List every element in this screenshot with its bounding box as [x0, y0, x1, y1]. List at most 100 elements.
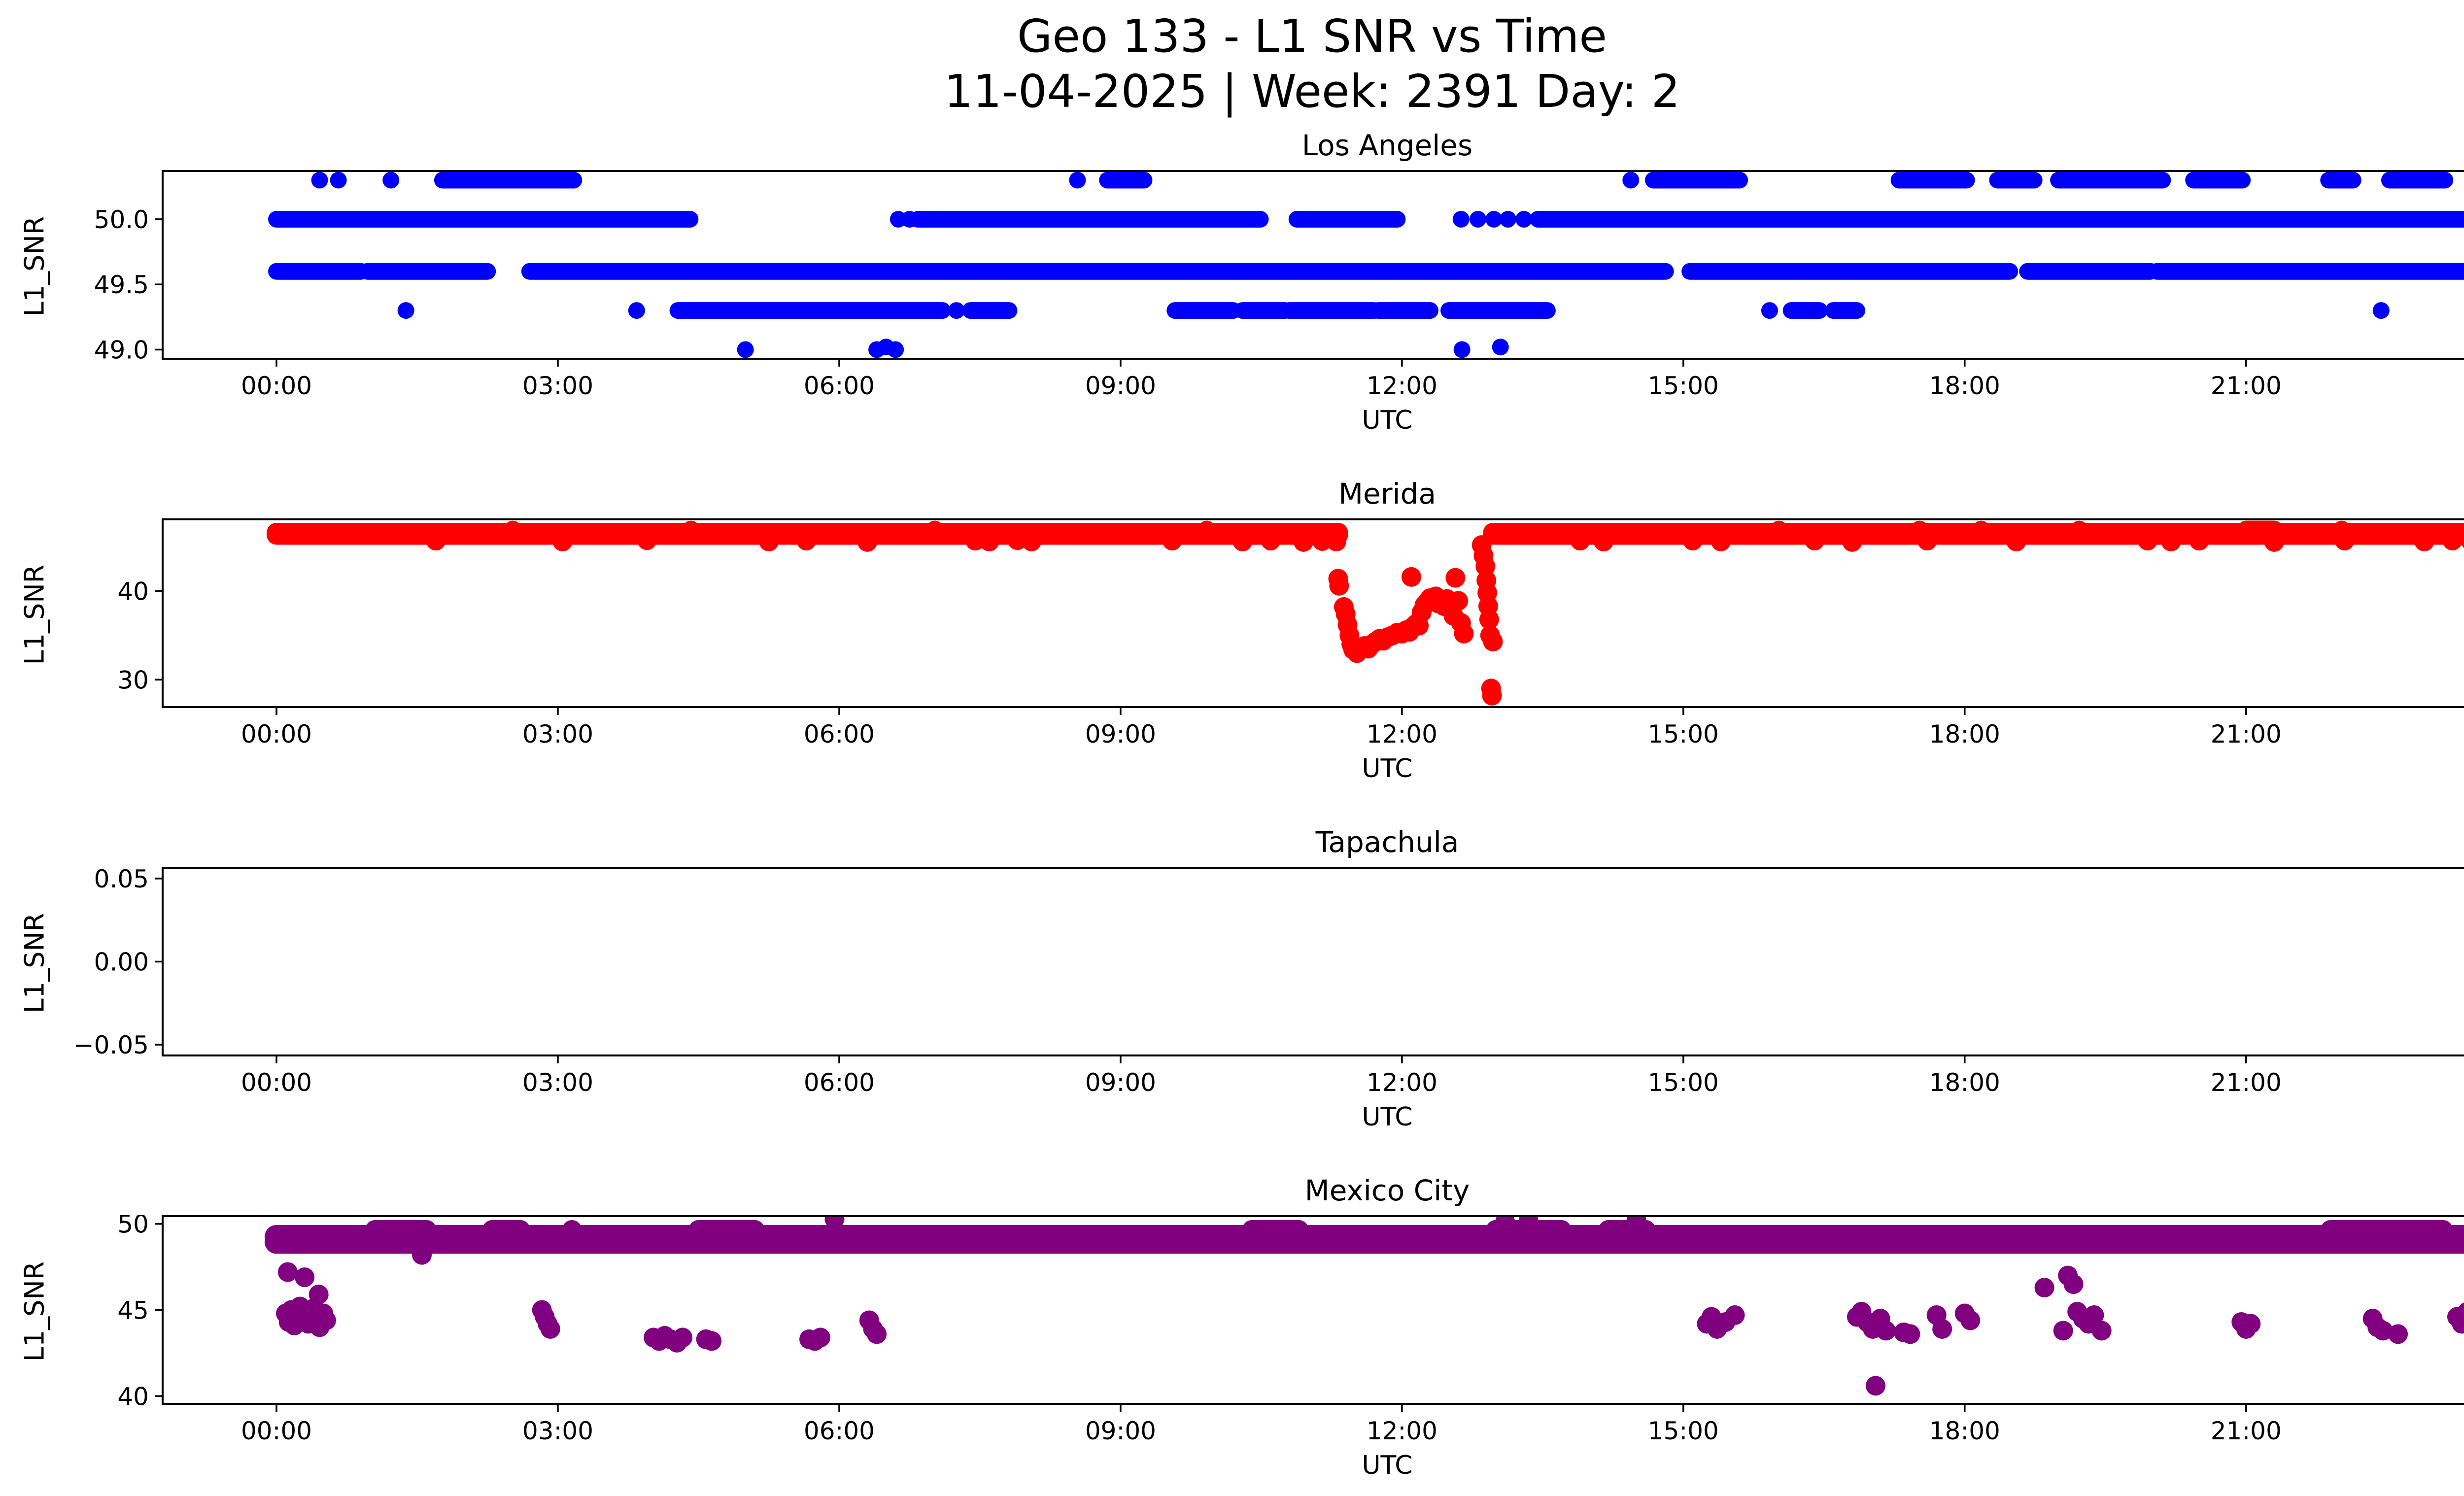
scatter-point	[857, 532, 877, 552]
x-tick-label: 18:00	[1929, 720, 2000, 748]
x-axis-label: UTC	[163, 1102, 2464, 1132]
scatter-point	[2006, 532, 2026, 551]
x-tick-label: 15:00	[1648, 1068, 1719, 1097]
figure-title: Geo 133 - L1 SNR vs Time 11-04-2025 | We…	[0, 9, 2464, 119]
scatter-band-dot	[1972, 521, 1990, 539]
x-tick-label: 09:00	[1085, 1068, 1156, 1097]
plot-area-los-angeles: 00:0003:0006:0009:0012:0015:0018:0021:00…	[0, 170, 2464, 446]
scatter-band-dot	[330, 172, 347, 189]
x-tick-label: 03:00	[522, 1417, 593, 1445]
figure-canvas: { "figure": { "title_line1": "Geo 133 - …	[0, 0, 2464, 1495]
scatter-band-dot	[1069, 172, 1086, 189]
x-tick-label: 21:00	[2211, 720, 2282, 748]
subplot-title: Tapachula	[163, 825, 2464, 859]
x-tick-label: 15:00	[1648, 1417, 1719, 1445]
scatter-point	[702, 1331, 721, 1351]
scatter-point	[316, 1310, 336, 1330]
x-tick-label: 09:00	[1085, 720, 1156, 748]
scatter-band-dot	[1470, 211, 1486, 228]
x-tick-label: 15:00	[1648, 372, 1719, 400]
scatter-point	[2053, 1321, 2073, 1340]
x-tick-label: 00:00	[241, 1068, 312, 1097]
scatter-point	[887, 341, 904, 358]
y-tick-label: 40	[117, 578, 149, 606]
plot-area-mexico-city: 00:0003:0006:0009:0012:0015:0018:0021:00…	[0, 1215, 2464, 1491]
scatter-band-dot	[628, 302, 645, 319]
scatter-band-dot	[1500, 211, 1516, 228]
scatter-point	[1022, 532, 1041, 551]
scatter-point	[637, 530, 657, 550]
y-tick-label: 45	[117, 1296, 149, 1325]
scatter-point	[1329, 576, 1349, 596]
scatter-point	[2064, 1274, 2084, 1294]
y-tick-label: 49.0	[94, 336, 149, 364]
x-tick-label: 00:00	[241, 1417, 312, 1445]
x-tick-label: 12:00	[1367, 372, 1437, 400]
scatter-point	[1454, 624, 1473, 644]
plot-area-merida: 00:0003:0006:0009:0012:0015:0018:0021:00…	[0, 518, 2464, 794]
subplot-merida: Merida L1_SNR 00:0003:0006:0009:0012:001…	[0, 474, 2464, 799]
scatter-band-dot	[1622, 172, 1639, 189]
scatter-point	[1261, 531, 1280, 550]
subplot-title: Los Angeles	[163, 129, 2464, 162]
scatter-point	[541, 1319, 560, 1339]
x-tick-label: 21:00	[2211, 372, 2282, 400]
scatter-point	[1805, 531, 1824, 550]
x-tick-label: 18:00	[1929, 1068, 2000, 1097]
x-tick-label: 15:00	[1648, 720, 1719, 748]
x-tick-label: 06:00	[804, 720, 875, 748]
y-tick-label: 49.5	[94, 271, 149, 299]
scatter-point	[1402, 567, 1421, 587]
axes-frame	[163, 868, 2464, 1055]
x-tick-label: 06:00	[804, 1068, 875, 1097]
scatter-point	[1482, 686, 1502, 706]
scatter-point	[2264, 532, 2284, 552]
figure-title-line-2: 11-04-2025 | Week: 2391 Day: 2	[0, 64, 2464, 119]
scatter-point	[1570, 531, 1590, 550]
scatter-point	[811, 1327, 830, 1347]
scatter-point	[1327, 532, 1346, 551]
x-tick-label: 09:00	[1085, 1417, 1156, 1445]
scatter-point	[1232, 532, 1252, 551]
y-tick-label: 50	[117, 1215, 149, 1239]
scatter-band-dot	[1198, 521, 1216, 539]
x-tick-label: 06:00	[804, 372, 875, 400]
scatter-point	[2035, 1278, 2054, 1297]
scatter-point	[1594, 532, 1613, 551]
scatter-point	[1711, 532, 1731, 551]
x-tick-label: 18:00	[1929, 1417, 2000, 1445]
y-tick-label: 0.00	[94, 948, 149, 977]
scatter-point	[1932, 1319, 1952, 1339]
scatter-point	[2161, 532, 2181, 551]
scatter-point	[796, 531, 816, 550]
x-tick-label: 00:00	[241, 720, 312, 748]
scatter-band-dot	[311, 172, 328, 189]
subplot-title: Merida	[163, 477, 2464, 510]
scatter-band-dot	[926, 521, 944, 539]
scatter-band-dot	[382, 172, 399, 189]
x-axis-label: UTC	[163, 406, 2464, 435]
scatter-point	[295, 1267, 314, 1287]
scatter-point	[2335, 531, 2355, 550]
scatter-point	[1492, 339, 1509, 355]
scatter-point	[2138, 531, 2157, 550]
scatter-point	[1917, 531, 1937, 550]
scatter-band-dot	[398, 302, 414, 319]
x-tick-label: 06:00	[804, 1417, 875, 1445]
y-tick-label: 30	[117, 666, 149, 694]
scatter-point	[2241, 1314, 2260, 1333]
scatter-point	[1683, 531, 1703, 550]
subplot-title: Mexico City	[163, 1174, 2464, 1207]
scatter-point	[867, 1324, 887, 1344]
x-tick-label: 03:00	[522, 372, 593, 400]
scatter-point	[1445, 568, 1465, 588]
scatter-band-dot	[562, 1220, 582, 1240]
y-tick-label: −0.05	[73, 1031, 149, 1059]
y-tick-label: 0.05	[94, 867, 149, 893]
scatter-band-dot	[1770, 521, 1788, 539]
axes-frame	[163, 519, 2464, 707]
x-tick-label: 12:00	[1367, 1417, 1437, 1445]
scatter-point	[1448, 591, 1468, 611]
x-tick-label: 21:00	[2211, 1068, 2282, 1097]
scatter-point	[2388, 1324, 2408, 1344]
